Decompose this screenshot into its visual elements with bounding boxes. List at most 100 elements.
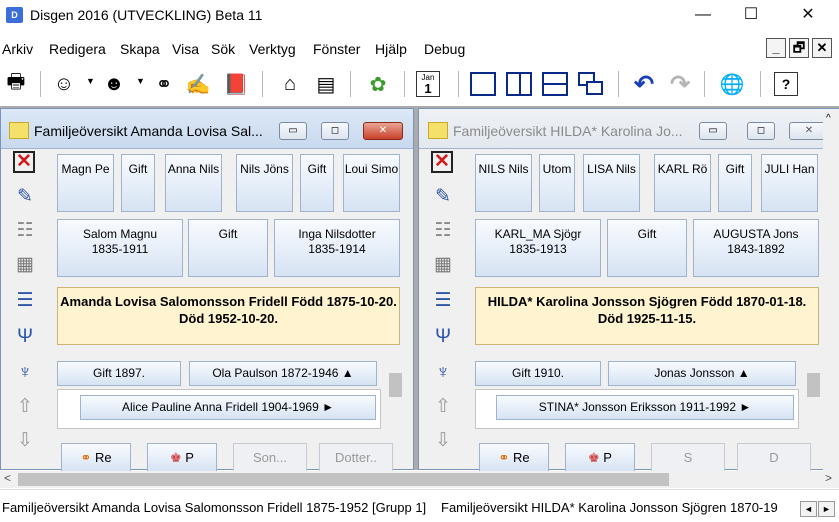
grandparent-marriage-box[interactable]: Gift [121,154,155,212]
print-icon[interactable]: 🖶 [2,70,30,98]
pedigree-icon[interactable]: Ψ [431,325,455,349]
ancestors-icon[interactable]: ☰ [13,289,37,313]
menu-redigera[interactable]: Redigera [49,41,106,57]
grandparent-box[interactable]: Nils Jöns [236,154,293,212]
move-up-icon[interactable]: ⇧ [431,395,455,419]
father-box[interactable]: KARL_MA Sjögr 1835-1913 [475,219,601,277]
scroll-thumb[interactable] [389,373,402,397]
grandparent-marriage-box[interactable]: Gift [300,154,334,212]
tile-horizontal-icon[interactable] [542,72,568,96]
menu-verktyg[interactable]: Verktyg [249,41,296,57]
delete-icon[interactable]: ✕ [431,151,453,173]
book-icon[interactable]: 📕 [222,70,250,98]
dropdown-arrow-icon[interactable]: ▼ [86,76,95,86]
spouse-scrollbar[interactable] [387,355,404,435]
binoculars-icon[interactable]: ⚭ [150,70,178,98]
menu-debug[interactable]: Debug [424,41,465,57]
undo-icon[interactable]: ↶ [630,70,658,98]
child-button[interactable]: STINA* Jonsson Eriksson 1911-1992 ► [496,395,794,420]
move-down-icon[interactable]: ⇩ [431,429,455,453]
help-icon[interactable]: ? [774,72,798,96]
mdi-minimize-button[interactable]: _ [766,38,786,58]
scroll-right-arrow[interactable]: > [825,471,832,485]
move-up-icon[interactable]: ⇧ [13,395,37,419]
window-scrollbar[interactable]: ^ [823,109,839,471]
horizontal-scroll-thumb[interactable] [18,473,669,486]
scroll-thumb[interactable] [807,373,820,397]
calendar-icon[interactable]: Jan 1 [416,71,440,97]
scroll-up-arrow[interactable]: ^ [826,113,831,124]
menu-visa[interactable]: Visa [172,41,199,57]
group-icon[interactable]: ▦ [431,253,455,277]
find-person-icon[interactable]: ☻ [100,70,128,98]
parents-button[interactable]: ♚ P [147,443,217,473]
father-box[interactable]: Salom Magnu 1835-1911 [57,219,183,277]
parents-marriage-box[interactable]: Gift [607,219,687,277]
add-son-button[interactable]: Son... [233,443,307,473]
grandparent-marriage-box[interactable]: Utom [539,154,575,212]
descendants-icon[interactable]: ♆ [13,361,37,385]
spouse-marriage-button[interactable]: Gift 1897. [57,361,181,386]
tree-list-icon[interactable]: ☷ [431,219,455,243]
descendants-icon[interactable]: ♆ [431,361,455,385]
minimize-button[interactable]: — [680,0,726,31]
grandparent-box[interactable]: Loui Simo [343,154,400,212]
menu-sok[interactable]: Sök [211,41,235,57]
tile-vertical-icon[interactable] [506,72,532,96]
dropdown-arrow-icon[interactable]: ▼ [136,76,145,86]
grandparent-marriage-box[interactable]: Gift [718,154,752,212]
menu-skapa[interactable]: Skapa [120,41,160,57]
mother-box[interactable]: AUGUSTA Jons 1843-1892 [693,219,819,277]
child-button[interactable]: Alice Pauline Anna Fridell 1904-1969 ► [80,395,376,420]
cascade-icon[interactable] [578,72,604,96]
grandparent-box[interactable]: LISA Nils [583,154,640,212]
grandparent-box[interactable]: JULI Han [761,154,818,212]
globe-icon[interactable]: 🌐 [718,70,746,98]
child-title-bar[interactable]: Familjeöversikt Amanda Lovisa Sal... ▭ ◻… [1,109,413,149]
pedigree-icon[interactable]: Ψ [13,325,37,349]
single-window-icon[interactable] [470,72,496,96]
window-tab-2[interactable]: Familjeöversikt HILDA* Karolina Jonsson … [441,500,793,515]
spouse-marriage-button[interactable]: Gift 1910. [475,361,601,386]
relation-button[interactable]: ⚭ Re [479,443,549,473]
spouse-button[interactable]: Ola Paulson 1872-1946 ▲ [189,361,377,386]
child-title-bar[interactable]: Familjeöversikt HILDA* Karolina Jo... ▭ … [419,109,838,149]
delete-icon[interactable]: ✕ [13,151,35,173]
parents-marriage-box[interactable]: Gift [188,219,268,277]
grandparent-box[interactable]: Anna Nils [165,154,222,212]
home-icon[interactable]: ⌂ [276,70,304,98]
child-maximize-button[interactable]: ◻ [747,122,775,140]
map-icon[interactable]: ✿ [364,70,392,98]
child-maximize-button[interactable]: ◻ [321,122,349,140]
family-book-icon[interactable]: ▤ [312,70,340,98]
move-down-icon[interactable]: ⇩ [13,429,37,453]
menu-fonster[interactable]: Fönster [313,41,360,57]
spouse-scrollbar[interactable] [805,355,822,435]
close-button[interactable]: ✕ [785,0,831,31]
group-icon[interactable]: ▦ [13,253,37,277]
main-person-box[interactable]: HILDA* Karolina Jonsson Sjögren Född 187… [475,287,819,345]
child-minimize-button[interactable]: ▭ [699,122,727,140]
main-person-box[interactable]: Amanda Lovisa Salomonsson Fridell Född 1… [57,287,400,345]
add-daughter-button[interactable]: D [737,443,811,473]
edit-document-icon[interactable]: ✎ [13,185,37,209]
add-son-button[interactable]: S [651,443,725,473]
edit-notes-icon[interactable]: ✍ [184,70,212,98]
spouse-button[interactable]: Jonas Jonsson ▲ [608,361,796,386]
maximize-button[interactable]: ☐ [728,0,774,31]
tree-list-icon[interactable]: ☷ [13,219,37,243]
window-tab-1[interactable]: Familjeöversikt Amanda Lovisa Salomonsso… [2,500,426,515]
grandparent-box[interactable]: NILS Nils [475,154,532,212]
menu-arkiv[interactable]: Arkiv [2,41,33,57]
ancestors-icon[interactable]: ☰ [431,289,455,313]
mother-box[interactable]: Inga Nilsdotter 1835-1914 [274,219,400,277]
child-minimize-button[interactable]: ▭ [279,122,307,140]
person-icon[interactable]: ☺ [50,70,78,98]
mdi-close-button[interactable]: ✕ [812,38,832,58]
scroll-left-arrow[interactable]: < [4,471,11,485]
grandparent-box[interactable]: KARL Rö [654,154,711,212]
edit-document-icon[interactable]: ✎ [431,185,455,209]
menu-hjalp[interactable]: Hjälp [375,41,407,57]
child-close-button[interactable]: ✕ [363,122,403,140]
grandparent-box[interactable]: Magn Pe [57,154,114,212]
